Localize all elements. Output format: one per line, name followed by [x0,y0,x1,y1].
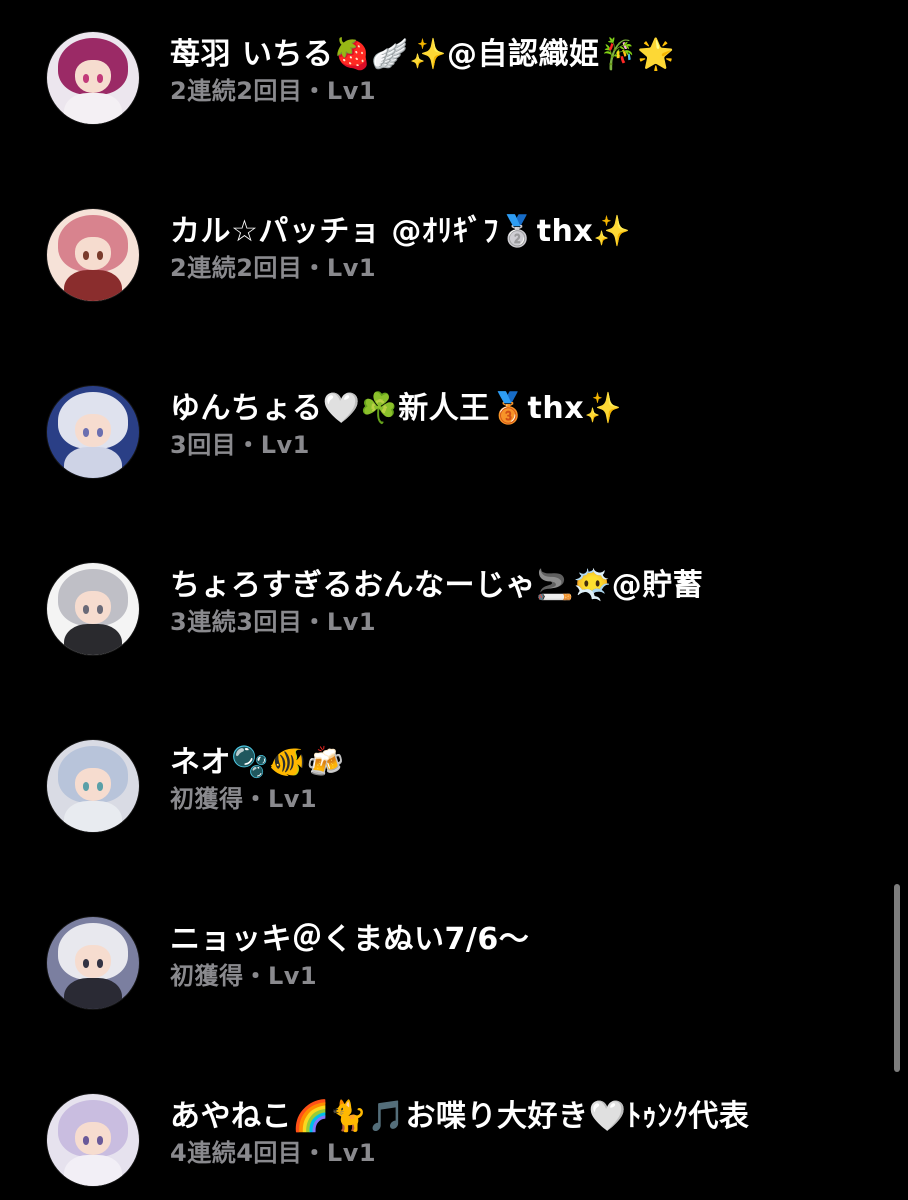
avatar-face [74,590,112,624]
avatar-body [63,623,123,655]
avatar-face [74,413,112,447]
user-name[interactable]: ニョッキ＠くまぬい7/6～ [170,921,529,959]
avatar-body [63,1154,123,1186]
avatar-eye [82,74,90,83]
avatar[interactable] [47,1094,139,1186]
avatar[interactable] [47,563,139,655]
avatar-eye [96,1136,104,1145]
avatar-eye [96,428,104,437]
avatar-eye [96,251,104,260]
avatar-body [63,269,123,301]
avatar-eye [82,782,90,791]
list-item[interactable]: ニョッキ＠くまぬい7/6～ 初獲得・Lv1 [0,917,880,1017]
avatar-eye [82,428,90,437]
streak-level-info: 2連続2回目・Lv1 [170,254,377,282]
avatar-eye [82,1136,90,1145]
streak-level-info: 初獲得・Lv1 [170,962,318,990]
user-name[interactable]: カル☆パッチョ @ｵﾘｷﾞﾌ🥈thx✨ [170,213,631,251]
streak-level-info: 初獲得・Lv1 [170,785,318,813]
list-item[interactable]: ネオ🫧🐠🍻 初獲得・Lv1 [0,740,880,840]
avatar-eye [96,782,104,791]
avatar[interactable] [47,386,139,478]
scrollbar[interactable] [894,884,900,1072]
streak-level-info: 2連続2回目・Lv1 [170,77,377,105]
avatar[interactable] [47,209,139,301]
avatar-eye [82,959,90,968]
avatar-face [74,59,112,93]
avatar-face [74,1121,112,1155]
avatar[interactable] [47,740,139,832]
streak-level-info: 3連続3回目・Lv1 [170,608,377,636]
user-name[interactable]: あやねこ🌈🐈🎵お喋り大好き🤍ﾄｩﾝｸ代表 [170,1098,749,1136]
avatar-face [74,944,112,978]
avatar-eye [96,605,104,614]
list-item[interactable]: ゆんちょる🤍☘️新人王🥉thx✨ 3回目・Lv1 [0,386,880,486]
avatar-body [63,92,123,124]
avatar[interactable] [47,917,139,1009]
avatar-body [63,977,123,1009]
user-name[interactable]: ちょろすぎるおんなーじゃ🚬😶‍🌫️@貯蓄 [170,567,703,605]
avatar[interactable] [47,32,139,124]
avatar-eye [82,251,90,260]
avatar-body [63,446,123,478]
user-name[interactable]: ゆんちょる🤍☘️新人王🥉thx✨ [170,390,622,428]
streak-level-info: 3回目・Lv1 [170,431,310,459]
list-item[interactable]: あやねこ🌈🐈🎵お喋り大好き🤍ﾄｩﾝｸ代表 4連続4回目・Lv1 [0,1094,880,1194]
avatar-eye [96,959,104,968]
list-item[interactable]: ちょろすぎるおんなーじゃ🚬😶‍🌫️@貯蓄 3連続3回目・Lv1 [0,563,880,663]
avatar-face [74,236,112,270]
user-name[interactable]: ネオ🫧🐠🍻 [170,744,345,782]
avatar-face [74,767,112,801]
avatar-eye [96,74,104,83]
user-name[interactable]: 苺羽 いちる🍓🪽✨@自認織姫🎋🌟 [170,36,675,74]
avatar-body [63,800,123,832]
avatar-eye [82,605,90,614]
list-item[interactable]: カル☆パッチョ @ｵﾘｷﾞﾌ🥈thx✨ 2連続2回目・Lv1 [0,209,880,309]
streak-level-info: 4連続4回目・Lv1 [170,1139,377,1167]
list-item[interactable]: 苺羽 いちる🍓🪽✨@自認織姫🎋🌟 2連続2回目・Lv1 [0,32,880,132]
